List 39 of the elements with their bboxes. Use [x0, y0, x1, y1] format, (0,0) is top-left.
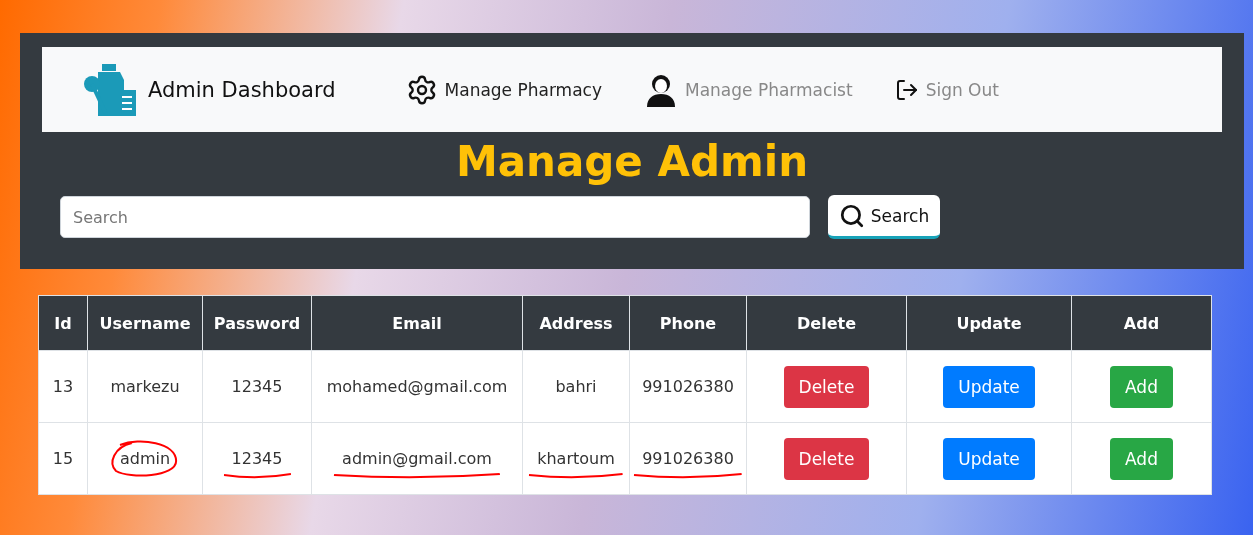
column-header: Address [522, 295, 630, 351]
add-button[interactable]: Add [1110, 365, 1173, 408]
search-button[interactable]: Search [828, 195, 940, 239]
table-cell: admin@gmail.com [311, 422, 523, 495]
update-button[interactable]: Update [943, 437, 1035, 480]
table-cell: 991026380 [629, 350, 747, 423]
add-button[interactable]: Add [1110, 437, 1173, 480]
delete-button[interactable]: Delete [783, 365, 870, 408]
person-icon [644, 72, 678, 107]
column-header: Username [87, 295, 203, 351]
update-button[interactable]: Update [943, 365, 1035, 408]
nav-link[interactable]: Manage Pharmacist [644, 72, 853, 107]
column-header: Password [202, 295, 312, 351]
table-cell: 15 [38, 422, 88, 495]
table-cell: 12345 [202, 350, 312, 423]
brand-title: Admin Dashboard [148, 77, 336, 102]
table-cell: mohamed@gmail.com [311, 350, 523, 423]
nav-link[interactable]: Sign Out [894, 77, 999, 102]
column-header: Update [906, 295, 1072, 351]
page-title: Manage Admin [454, 138, 810, 186]
column-header: Email [311, 295, 523, 351]
column-header: Phone [629, 295, 747, 351]
underline-mark [223, 472, 291, 480]
nav-link[interactable]: Manage Pharmacy [405, 73, 602, 106]
table-cell: 13 [38, 350, 88, 423]
table-cell: khartoum [522, 422, 630, 495]
search-field[interactable]: Search [60, 196, 810, 238]
table-cell: bahri [522, 350, 630, 423]
medicine-logo-icon [82, 61, 138, 118]
column-header: Delete [746, 295, 907, 351]
table-cell: 12345 [202, 422, 312, 495]
column-header: Id [38, 295, 88, 351]
table-cell: markezu [87, 350, 203, 423]
column-header: Add [1071, 295, 1212, 351]
sign-out-icon [894, 77, 919, 102]
delete-button[interactable]: Delete [783, 437, 870, 480]
search-icon [838, 202, 865, 229]
table-cell: 991026380 [629, 422, 747, 495]
table-cell: admin [87, 422, 203, 495]
